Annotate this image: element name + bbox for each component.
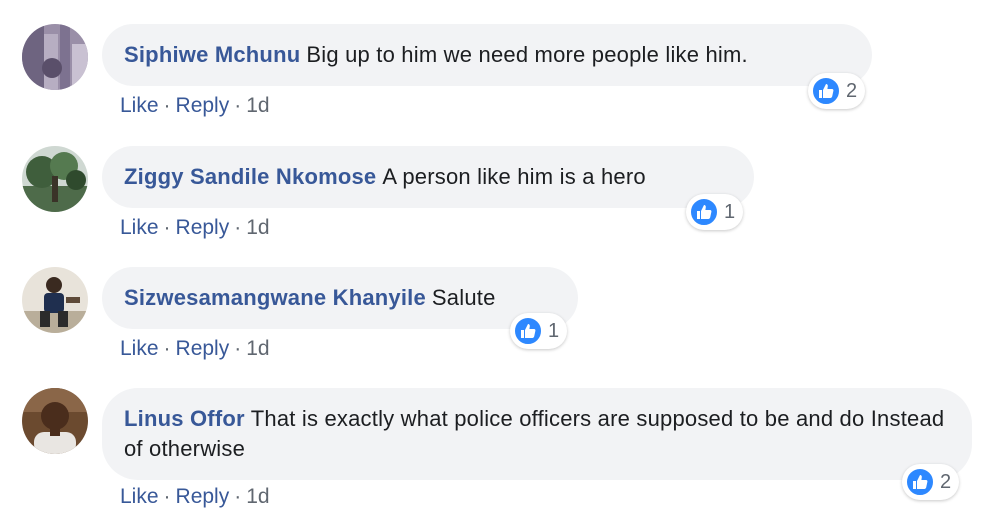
separator: · xyxy=(234,337,242,360)
thumbs-up-icon xyxy=(513,316,543,346)
reply-link[interactable]: Reply xyxy=(176,216,230,239)
like-link[interactable]: Like xyxy=(120,337,159,360)
comment-text: That is exactly what police officers are… xyxy=(124,406,945,461)
reply-link[interactable]: Reply xyxy=(176,337,230,360)
like-link[interactable]: Like xyxy=(120,485,159,508)
comment-text: Big up to him we need more people like h… xyxy=(306,42,748,67)
reply-link[interactable]: Reply xyxy=(176,485,230,508)
timestamp[interactable]: 1d xyxy=(246,94,269,117)
thumbs-up-icon xyxy=(811,76,841,106)
comment-bubble: Ziggy Sandile Nkomose A person like him i… xyxy=(102,146,754,208)
timestamp[interactable]: 1d xyxy=(246,337,269,360)
avatar[interactable] xyxy=(22,146,88,212)
reaction-count: 1 xyxy=(548,319,560,342)
comment-bubble: Siphiwe Mchunu Big up to him we need more… xyxy=(102,24,872,86)
separator: · xyxy=(163,337,171,360)
comment-actions: Like · Reply · 1d xyxy=(120,337,270,361)
comment-bubble: Sizwesamangwane Khanyile Salute xyxy=(102,267,578,329)
reaction-summary[interactable]: 1 xyxy=(510,313,568,349)
comment-text: Salute xyxy=(431,285,496,310)
thumbs-up-icon xyxy=(905,467,935,497)
thumbs-up-icon xyxy=(689,197,719,227)
comment-author[interactable]: Linus Offor xyxy=(124,406,245,431)
like-link[interactable]: Like xyxy=(120,94,159,117)
comment-author[interactable]: Ziggy Sandile Nkomose xyxy=(124,164,376,189)
comment-actions: Like · Reply · 1d xyxy=(120,216,270,240)
avatar-image xyxy=(22,146,88,212)
timestamp[interactable]: 1d xyxy=(246,485,269,508)
reaction-summary[interactable]: 2 xyxy=(902,464,960,500)
comment-author[interactable]: Siphiwe Mchunu xyxy=(124,42,300,67)
separator: · xyxy=(163,94,171,117)
comment-actions: Like · Reply · 1d xyxy=(120,485,270,509)
separator: · xyxy=(234,485,242,508)
reaction-summary[interactable]: 1 xyxy=(686,194,744,230)
reaction-count: 1 xyxy=(724,200,736,223)
timestamp[interactable]: 1d xyxy=(246,216,269,239)
comment-author[interactable]: Sizwesamangwane Khanyile xyxy=(124,285,426,310)
avatar-image xyxy=(22,388,88,454)
reaction-summary[interactable]: 2 xyxy=(808,73,866,109)
avatar-image xyxy=(22,24,88,90)
avatar[interactable] xyxy=(22,267,88,333)
avatar[interactable] xyxy=(22,24,88,90)
comment-text: A person like him is a hero xyxy=(382,164,646,189)
reaction-count: 2 xyxy=(846,79,858,102)
reaction-count: 2 xyxy=(940,470,952,493)
comment-bubble: Linus Offor That is exactly what police o… xyxy=(102,388,972,480)
avatar-image xyxy=(22,267,88,333)
separator: · xyxy=(234,216,242,239)
like-link[interactable]: Like xyxy=(120,216,159,239)
separator: · xyxy=(234,94,242,117)
comment-actions: Like · Reply · 1d xyxy=(120,94,270,118)
reply-link[interactable]: Reply xyxy=(176,94,230,117)
separator: · xyxy=(163,216,171,239)
avatar[interactable] xyxy=(22,388,88,454)
separator: · xyxy=(163,485,171,508)
